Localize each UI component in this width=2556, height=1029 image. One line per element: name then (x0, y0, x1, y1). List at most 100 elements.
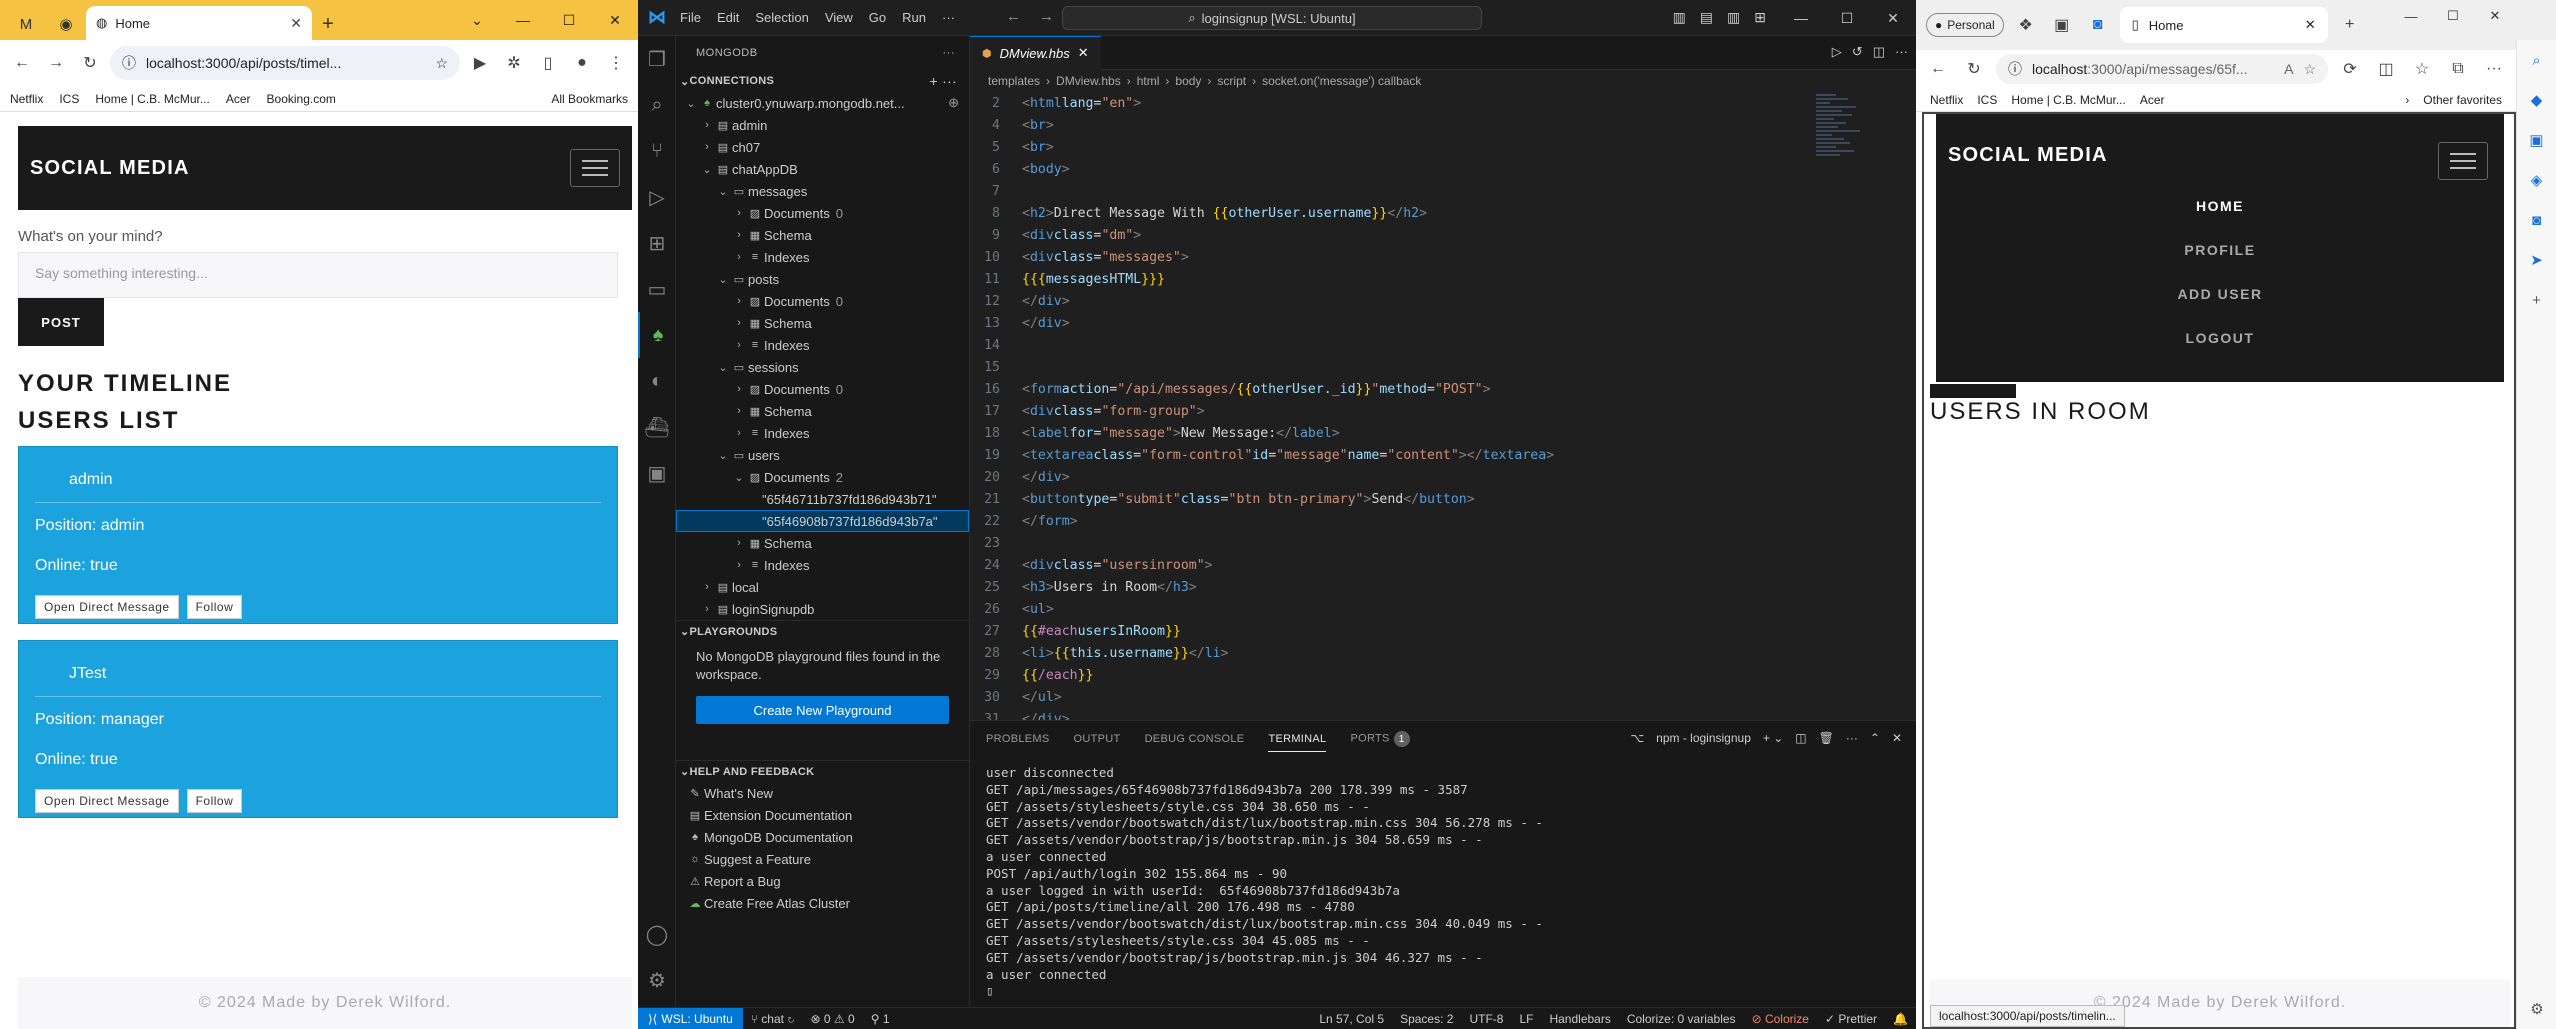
tab-actions-icon[interactable]: ▣ (2048, 11, 2076, 39)
connections-section[interactable]: ⌄ CONNECTIONS + ··· (676, 70, 969, 92)
ports-status[interactable]: ⚲ 1 (863, 1012, 898, 1026)
more-actions-icon[interactable]: ··· (1895, 44, 1908, 60)
minimize-button[interactable]: — (2390, 0, 2432, 32)
menu-file[interactable]: File (680, 10, 701, 25)
close-tab-icon[interactable]: ✕ (2305, 17, 2316, 33)
favorites-icon[interactable]: ☆ (2408, 55, 2436, 83)
terminal-cursor[interactable]: ▯ (986, 983, 1916, 1000)
explorer-icon[interactable]: ❐ (638, 36, 676, 82)
cursor-position[interactable]: Ln 57, Col 5 (1311, 1012, 1392, 1026)
run-debug-icon[interactable]: ▷ (638, 174, 676, 220)
nav-link-logout[interactable]: LOGOUT (1936, 330, 2504, 346)
split-screen-icon[interactable]: ◫ (2372, 55, 2400, 83)
close-window-button[interactable]: ✕ (1870, 0, 1916, 36)
nav-link-add-user[interactable]: ADD USER (1936, 286, 2504, 302)
help-mongodb-docs[interactable]: ♠ MongoDB Documentation (676, 826, 969, 848)
workspaces-icon[interactable]: ❖ (2012, 11, 2040, 39)
refresh-extension-icon[interactable]: ⟳ (2336, 55, 2364, 83)
tree-db-local[interactable]: › ▤ local (676, 576, 969, 598)
chat-icon[interactable]: ▣ (638, 450, 676, 496)
tree-coll-posts[interactable]: ⌄ ▭ posts (676, 268, 969, 290)
close-window-button[interactable]: ✕ (592, 0, 638, 40)
timeline-icon[interactable]: ↺ (1852, 44, 1863, 60)
remote-indicator[interactable]: ⟩⟨ WSL: Ubuntu (638, 1007, 743, 1029)
terminal-name[interactable]: npm - loginsignup (1656, 731, 1751, 745)
mongodb-leaf-icon[interactable]: ♠ (638, 312, 676, 358)
help-section[interactable]: ⌄ HELP AND FEEDBACK (676, 760, 969, 782)
address-bar[interactable]: ⓘ localhost:3000/api/messages/65f... A ☆ (1996, 54, 2328, 84)
language-mode[interactable]: Handlebars (1541, 1012, 1618, 1026)
playgrounds-section[interactable]: ⌄ PLAYGROUNDS (676, 620, 969, 642)
profile-button[interactable]: ● Personal (1926, 13, 2004, 37)
layout-icon[interactable]: ⊞ (1754, 9, 1766, 26)
tree-indexes[interactable]: › ≡ Indexes (676, 554, 969, 576)
maximize-panel-icon[interactable]: ⌃ (1870, 731, 1880, 745)
avatar[interactable]: ● (568, 49, 596, 77)
help-report-bug[interactable]: ⚠ Report a Bug (676, 870, 969, 892)
help-suggest[interactable]: ☼ Suggest a Feature (676, 848, 969, 870)
colorize-toggle[interactable]: ⊘ Colorize (1744, 1012, 1817, 1026)
favorite-home[interactable]: Home | C.B. McMur... (2011, 93, 2125, 107)
post-button[interactable]: POST (18, 298, 104, 346)
shopping-icon[interactable]: ◆ (2517, 80, 2556, 120)
run-icon[interactable]: ▷ (1832, 44, 1842, 60)
dropdown-icon[interactable]: ⌄ (454, 0, 500, 40)
outlook-icon[interactable]: ◙ (2084, 11, 2112, 39)
tree-db-chatapp[interactable]: ⌄ ▤ chatAppDB (676, 158, 969, 180)
tree-indexes[interactable]: › ≡ Indexes (676, 246, 969, 268)
eol[interactable]: LF (1511, 1012, 1541, 1026)
favorite-ics[interactable]: ICS (1977, 93, 1997, 107)
tree-documents[interactable]: › ▨ Documents 0 (676, 290, 969, 312)
hamburger-menu-button[interactable] (2438, 142, 2488, 180)
favorite-netflix[interactable]: Netflix (1930, 93, 1963, 107)
split-editor-icon[interactable]: ◫ (1873, 44, 1885, 60)
menu-go[interactable]: Go (869, 10, 886, 25)
panel-tab-debug[interactable]: DEBUG CONSOLE (1145, 733, 1245, 745)
edge-tab-home[interactable]: ▯ Home ✕ (2119, 7, 2328, 43)
prettier-status[interactable]: ✓ Prettier (1817, 1012, 1885, 1026)
favorite-star-icon[interactable]: ☆ (2303, 61, 2316, 78)
menu-more[interactable]: ··· (942, 10, 955, 25)
chrome-tab-home[interactable]: ◍ Home ✕ (86, 6, 312, 40)
help-ext-docs[interactable]: ▤ Extension Documentation (676, 804, 969, 826)
site-info-icon[interactable]: ⓘ (2008, 59, 2022, 79)
tree-schema[interactable]: › ▦ Schema (676, 224, 969, 246)
problems-status[interactable]: ⊗ 0 ⚠ 0 (803, 1012, 863, 1026)
tree-indexes[interactable]: › ≡ Indexes (676, 334, 969, 356)
colorize-vars[interactable]: Colorize: 0 variables (1619, 1012, 1744, 1026)
toggle-secondary-icon[interactable]: ▥ (1727, 9, 1740, 26)
terminal-output[interactable]: user disconnected GET /api/messages/65f46… (970, 757, 1916, 1000)
forward-icon[interactable]: → (42, 49, 70, 77)
post-textarea[interactable]: Say something interesting... (18, 252, 618, 298)
brand[interactable]: SOCIAL MEDIA (30, 157, 190, 180)
back-icon[interactable]: ← (8, 49, 36, 77)
new-terminal-icon[interactable]: + ⌄ (1763, 731, 1783, 745)
indentation[interactable]: Spaces: 2 (1392, 1012, 1461, 1026)
more-actions-icon[interactable]: ··· (943, 47, 956, 59)
close-tab-icon[interactable]: ✕ (290, 15, 302, 32)
panel-tab-output[interactable]: OUTPUT (1074, 733, 1121, 745)
help-whats-new[interactable]: ✎ What's New (676, 782, 969, 804)
create-playground-button[interactable]: Create New Playground (696, 696, 949, 724)
back-icon[interactable]: ← (1924, 55, 1952, 83)
bookmark-star-icon[interactable]: ☆ (435, 55, 448, 72)
tree-schema[interactable]: › ▦ Schema (676, 312, 969, 334)
favorite-acer[interactable]: Acer (2140, 93, 2165, 107)
outlook-icon[interactable]: ◙ (2517, 200, 2556, 240)
sidepanel-icon[interactable]: ▯ (534, 49, 562, 77)
tree-cluster[interactable]: ⌄ ♠ cluster0.ynuwarp.mongodb.net... ⊕ (676, 92, 969, 114)
new-tab-button[interactable]: + (2336, 11, 2364, 39)
command-center-search[interactable]: ⌕ loginsignup [WSL: Ubuntu] (1062, 6, 1482, 30)
extensions-icon[interactable]: ⊞ (638, 220, 676, 266)
favorites-more-chevron-icon[interactable]: › (2405, 93, 2409, 107)
tree-db-loginsignup[interactable]: › ▤ loginSignupdb (676, 598, 969, 620)
puzzle-icon[interactable]: ✲ (500, 49, 528, 77)
panel-tab-terminal[interactable]: TERMINAL (1268, 733, 1327, 752)
close-window-button[interactable]: ✕ (2474, 0, 2516, 32)
other-favorites[interactable]: Other favorites (2423, 93, 2502, 107)
tree-coll-sessions[interactable]: ⌄ ▭ sessions (676, 356, 969, 378)
tree-documents[interactable]: › ▨ Documents 0 (676, 378, 969, 400)
notifications-icon[interactable]: 🔔 (1885, 1012, 1916, 1026)
docker-icon[interactable]: ⛴ (638, 404, 676, 450)
bookmark-acer[interactable]: Acer (226, 92, 251, 106)
